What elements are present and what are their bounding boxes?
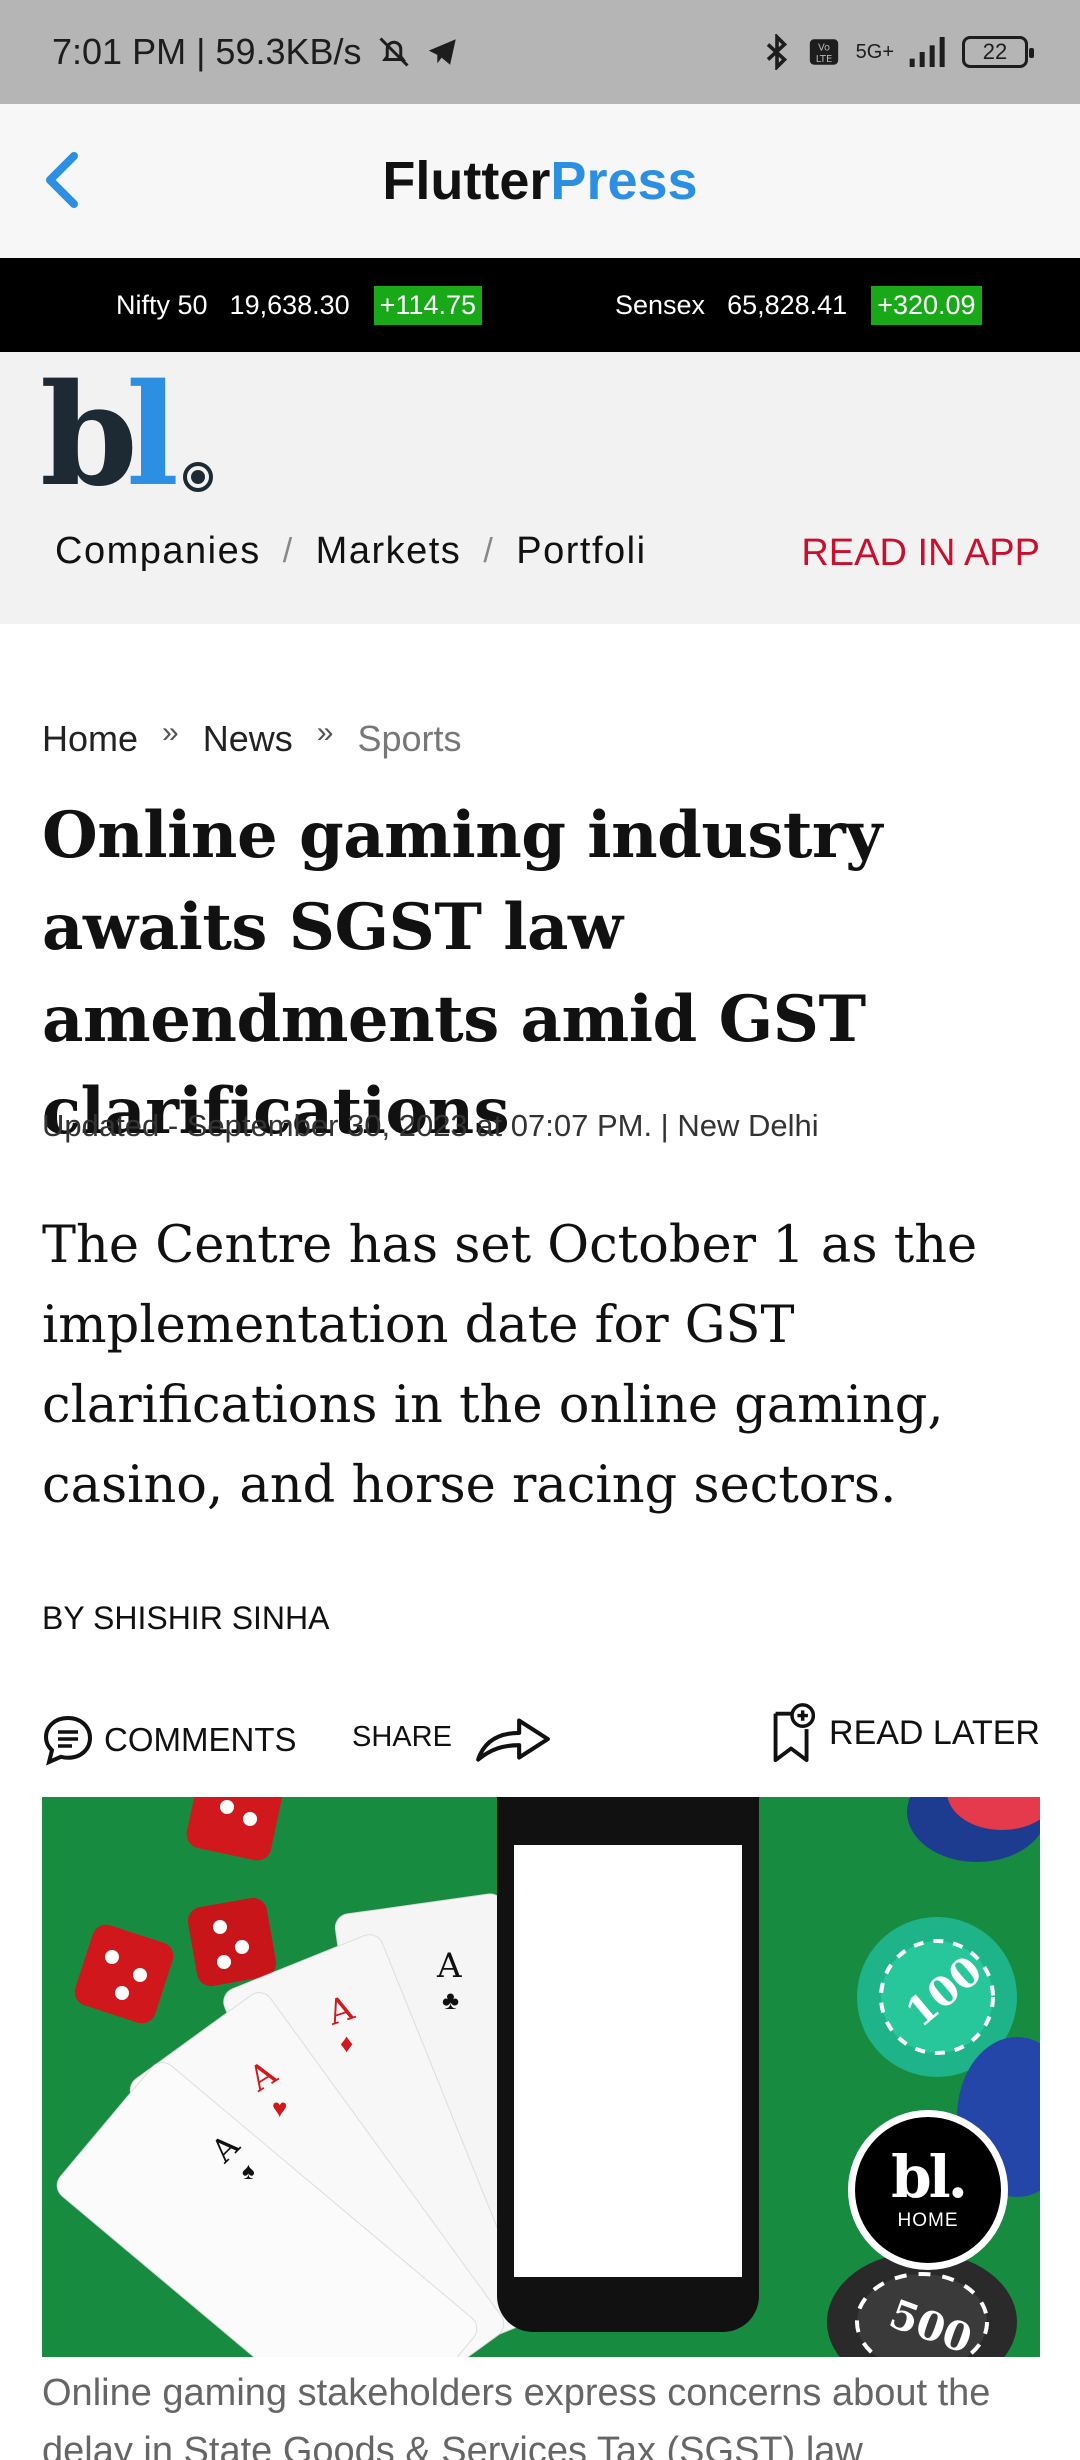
bluetooth-icon bbox=[766, 34, 787, 70]
ticker-value: 19,638.30 bbox=[229, 289, 350, 320]
signal-icon bbox=[909, 37, 945, 67]
section-nav: Companies / Markets / Portfoli bbox=[55, 530, 647, 573]
smartphone-icon bbox=[497, 1797, 759, 2332]
ticker-name: Nifty 50 bbox=[116, 289, 208, 320]
bell-muted-icon bbox=[378, 37, 409, 67]
home-fab-logo: bl. bbox=[891, 2143, 968, 2211]
battery-level: 22 bbox=[982, 39, 1008, 64]
ticker-change: +320.09 bbox=[871, 285, 982, 325]
comment-icon bbox=[43, 1715, 93, 1766]
svg-text:Vo: Vo bbox=[818, 43, 830, 54]
share-label: SHARE bbox=[352, 1720, 452, 1753]
article-headline: Online gaming industry awaits SGST law a… bbox=[42, 798, 882, 1149]
breadcrumb-home[interactable]: Home bbox=[42, 718, 138, 760]
nav-separator: / bbox=[483, 532, 495, 570]
article-dateline: Updated - September 30, 2023 at 07:07 PM… bbox=[42, 1108, 819, 1143]
volte-icon: VoLTE bbox=[809, 39, 838, 65]
read-in-app-link[interactable]: READ IN APP bbox=[801, 532, 1040, 575]
nav-companies[interactable]: Companies bbox=[55, 530, 261, 573]
site-logo[interactable]: bl bbox=[40, 354, 214, 518]
read-later-button[interactable]: READ LATER bbox=[769, 1702, 1040, 1764]
svg-text:♣: ♣ bbox=[442, 1985, 459, 2015]
nav-markets[interactable]: Markets bbox=[316, 530, 462, 573]
network-type: 5G+ bbox=[855, 41, 894, 63]
article-hero-image[interactable]: A ♣ A ♦ A ♥ A ♠ 100 500 bbox=[42, 1797, 1040, 2357]
svg-text:♠: ♠ bbox=[242, 2158, 255, 2185]
article-standfirst: The Centre has set October 1 as the impl… bbox=[42, 1216, 978, 1515]
read-later-label: READ LATER bbox=[829, 1713, 1040, 1752]
gaming-illustration: A♣ A♦ A♥ A♠ 100 500 bbox=[42, 1797, 1040, 2357]
share-arrow-icon bbox=[476, 1718, 550, 1762]
site-header: bl Companies / Markets / Portfoli READ I… bbox=[0, 352, 1080, 624]
app-title: FlutterPress bbox=[0, 150, 1080, 212]
status-bar: 7:01 PM | 59.3KB/s Vo LTE 5G+ 22 bbox=[0, 0, 1080, 104]
comments-label: COMMENTS bbox=[104, 1721, 297, 1758]
ticker-item-sensex[interactable]: Sensex 65,828.41 +320.09 bbox=[615, 285, 982, 325]
home-fab-label: HOME bbox=[897, 2210, 959, 2231]
breadcrumb-sports[interactable]: Sports bbox=[357, 718, 461, 760]
app-title-part1: Flutter bbox=[382, 151, 551, 211]
home-fab-button[interactable]: bl. HOME bbox=[848, 2110, 1008, 2270]
svg-text:♦: ♦ bbox=[340, 2028, 353, 2058]
market-ticker: Nifty 50 19,638.30 +114.75 Sensex 65,828… bbox=[0, 258, 1080, 352]
breadcrumb-separator: » bbox=[162, 716, 179, 749]
image-caption: Online gaming stakeholders express conce… bbox=[42, 2372, 991, 2460]
logo-letter-l: l bbox=[125, 354, 180, 518]
svg-text:♥: ♥ bbox=[272, 2093, 287, 2123]
status-left: 7:01 PM | 59.3KB/s bbox=[52, 31, 460, 73]
app-bar: FlutterPress bbox=[0, 104, 1080, 258]
ticker-item-nifty[interactable]: Nifty 50 19,638.30 +114.75 bbox=[116, 285, 483, 325]
status-right: Vo LTE 5G+ 22 bbox=[762, 34, 1034, 70]
breadcrumb-separator: » bbox=[316, 716, 334, 749]
ticker-change: +114.75 bbox=[373, 285, 483, 325]
app-title-part2: Press bbox=[550, 151, 698, 211]
breadcrumb: Home » News » Sports bbox=[42, 716, 461, 760]
nav-portfolio[interactable]: Portfoli bbox=[516, 530, 646, 573]
logo-letter-b: b bbox=[40, 354, 138, 518]
nav-separator: / bbox=[282, 532, 294, 570]
logo-dot-icon bbox=[183, 462, 214, 492]
telegram-icon bbox=[428, 39, 456, 65]
battery-icon: 22 bbox=[962, 36, 1034, 68]
ticker-name: Sensex bbox=[615, 289, 706, 320]
article-actions: COMMENTS SHARE READ LATER bbox=[0, 1692, 1080, 1788]
article-byline[interactable]: BY SHISHIR SINHA bbox=[42, 1600, 329, 1637]
status-time-speed: 7:01 PM | 59.3KB/s bbox=[52, 31, 362, 72]
share-button[interactable]: SHARE bbox=[352, 1708, 554, 1766]
comments-button[interactable]: COMMENTS bbox=[40, 1712, 297, 1768]
ticker-value: 65,828.41 bbox=[727, 289, 848, 320]
breadcrumb-news[interactable]: News bbox=[203, 718, 293, 760]
svg-text:A: A bbox=[436, 1946, 462, 1986]
bookmark-add-icon bbox=[773, 1703, 816, 1763]
svg-text:LTE: LTE bbox=[815, 54, 831, 65]
